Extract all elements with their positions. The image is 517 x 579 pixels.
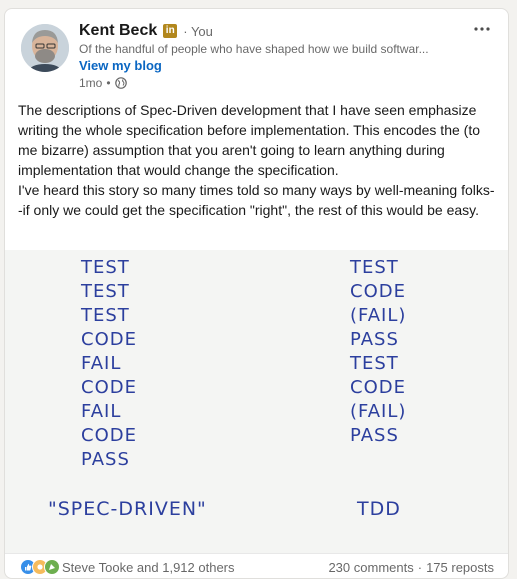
handwritten-word: TEST: [81, 305, 130, 326]
engagement-counts: 230 comments · 175 reposts: [328, 559, 494, 575]
handwritten-word: PASS: [81, 449, 130, 470]
spec-driven-column: TEST TEST TEST CODE FAIL CODE FAIL CODE …: [81, 256, 137, 472]
post-body: The descriptions of Spec-Driven developm…: [18, 100, 496, 220]
handwritten-word: (FAIL): [350, 401, 407, 422]
reactors-text[interactable]: Steve Tooke and 1,912 others: [62, 560, 235, 575]
spec-driven-caption: "SPEC-DRIVEN": [48, 498, 207, 520]
handwritten-word: CODE: [81, 425, 137, 446]
handwritten-word: TEST: [81, 257, 130, 278]
post-paragraph-1: The descriptions of Spec-Driven developm…: [18, 102, 480, 178]
post-paragraph-2: I've heard this story so many times told…: [18, 182, 495, 218]
social-counts-bar: Steve Tooke and 1,912 others 230 comment…: [5, 553, 508, 578]
handwritten-word: TEST: [350, 257, 399, 278]
post-time: 1mo: [79, 76, 103, 90]
handwritten-word: FAIL: [81, 401, 122, 422]
handwritten-word: (FAIL): [350, 305, 407, 326]
globe-icon: [114, 77, 127, 89]
view-blog-link[interactable]: View my blog: [79, 58, 162, 73]
more-options-button[interactable]: [468, 17, 496, 41]
handwritten-word: PASS: [350, 329, 399, 350]
handwritten-word: TEST: [81, 281, 130, 302]
more-horizontal-icon: [474, 27, 490, 31]
post-meta: 1mo •: [79, 76, 127, 90]
premium-badge-icon: in: [163, 24, 178, 38]
reaction-icons: [20, 559, 60, 575]
post-card: Kent Beck in · You Of the handful of peo…: [4, 8, 509, 579]
author-avatar[interactable]: [21, 24, 69, 72]
post-header: Kent Beck in · You Of the handful of peo…: [5, 9, 508, 95]
celebrate-icon: [44, 559, 60, 575]
post-image[interactable]: TEST TEST TEST CODE FAIL CODE FAIL CODE …: [5, 250, 508, 553]
author-name-row: Kent Beck in · You: [79, 22, 213, 40]
handwritten-word: CODE: [350, 377, 406, 398]
handwritten-word: CODE: [81, 377, 137, 398]
reactions-summary[interactable]: Steve Tooke and 1,912 others: [20, 559, 235, 575]
comments-count[interactable]: 230 comments: [328, 560, 413, 575]
tdd-column: TEST CODE (FAIL) PASS TEST CODE (FAIL) P…: [350, 256, 406, 448]
reposts-count[interactable]: 175 reposts: [426, 560, 494, 575]
handwritten-word: FAIL: [81, 353, 122, 374]
you-label: · You: [183, 23, 213, 39]
author-name[interactable]: Kent Beck: [79, 22, 157, 40]
handwritten-word: TEST: [350, 353, 399, 374]
handwritten-word: CODE: [350, 281, 406, 302]
handwritten-word: CODE: [81, 329, 137, 350]
author-headline: Of the handful of people who have shaped…: [79, 42, 429, 56]
tdd-caption: TDD: [357, 498, 401, 520]
handwritten-word: PASS: [350, 425, 399, 446]
